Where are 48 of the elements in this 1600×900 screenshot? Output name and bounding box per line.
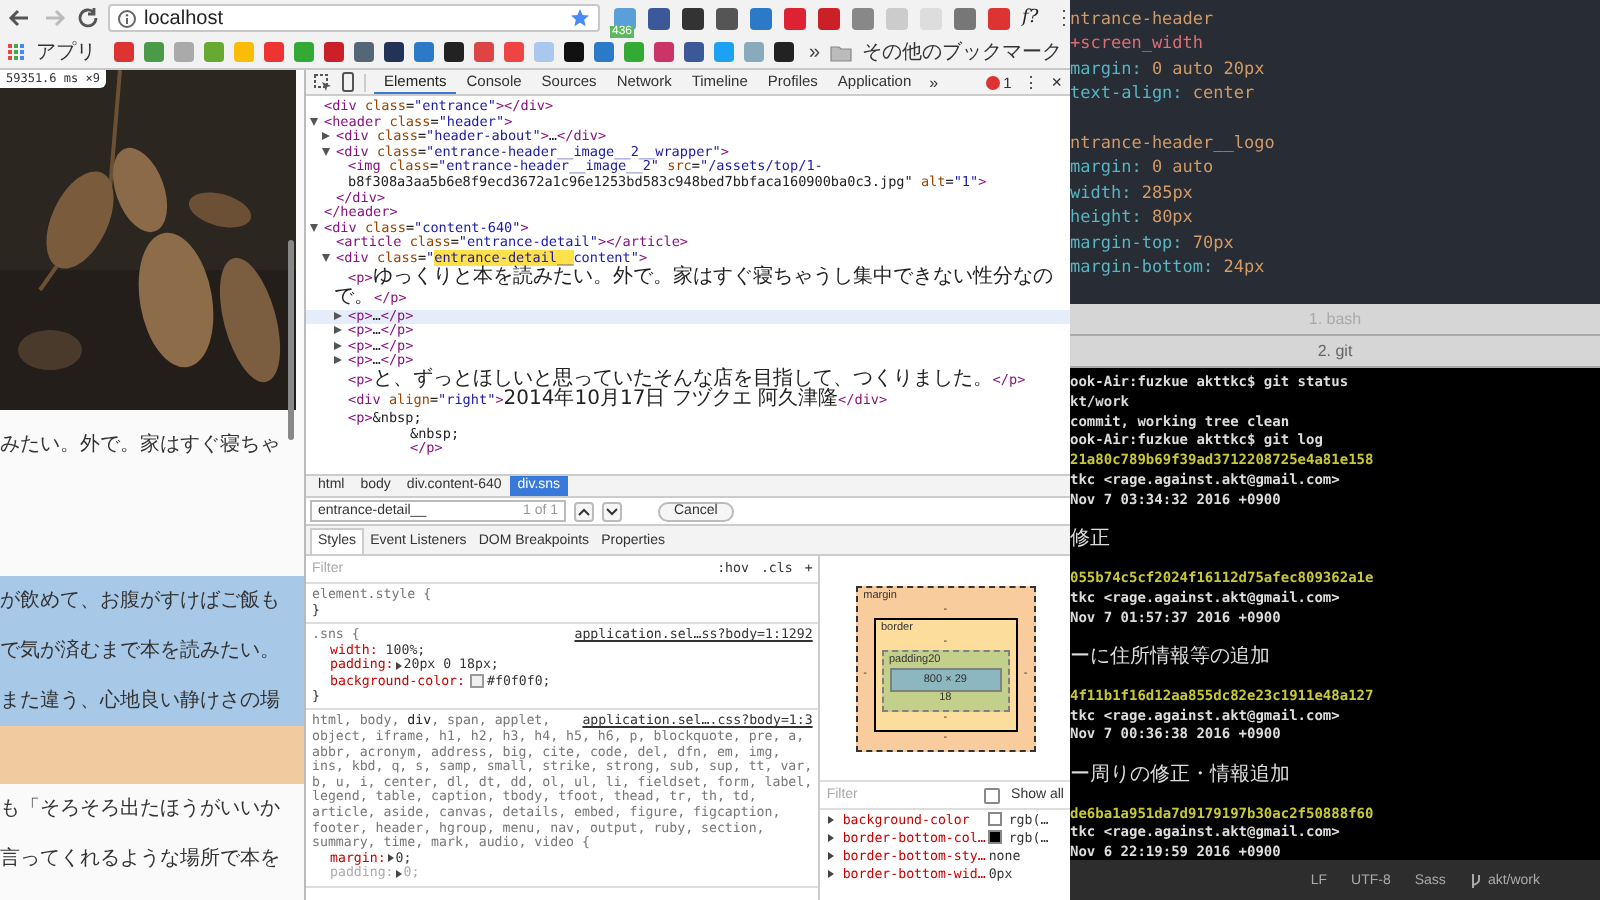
bookmark-folder[interactable]: その他のブックマーク [862,38,1062,66]
extension-icon[interactable] [682,7,704,29]
chevron-down-icon [606,507,618,515]
terminal-line: ー周りの修正・情報追加 [1070,765,1292,786]
address-bar[interactable]: localhost [108,4,600,32]
more-tabs-button[interactable]: » [929,73,939,91]
chevron-up-icon [578,507,590,515]
back-icon[interactable] [6,4,34,32]
more-bookmarks-button[interactable]: » [808,41,820,63]
extension-icon[interactable] [648,7,670,29]
code-line: margin: 0 auto [1070,156,1216,182]
terminal-tab[interactable]: 2. git [1070,336,1600,368]
reload-icon[interactable] [74,4,102,32]
extension-icon[interactable] [716,7,738,29]
body-text: で気が済むまで本を読みたい。 [0,637,282,666]
folder-icon [830,43,852,61]
apps-grid-icon[interactable] [8,43,26,61]
color-swatch[interactable] [469,673,483,688]
terminal-line: ーに住所情報等の追加 [1070,648,1272,668]
device-icon[interactable] [340,72,356,92]
code-line: +screen_width [1070,32,1206,58]
show-all-checkbox[interactable] [983,787,1000,803]
code-line: ntrance-header__logo [1070,131,1277,157]
code-line: text-align: center [1070,82,1257,108]
body-text: が飲めて、お腹がすけばご飯も [0,588,282,616]
next-match-button[interactable] [602,501,622,521]
code-line: width: 285px [1070,181,1195,207]
body-text: 言ってくれるような場所で本を [0,845,282,874]
apps-link[interactable]: アプリ [36,38,96,66]
code-line: height: 80px [1070,206,1195,232]
code-line: margin-bottom: 24px [1070,255,1267,281]
body-text: みたい。外で。家はすぐ寝ちゃ [0,431,282,460]
close-button[interactable]: × [1051,72,1062,92]
scrollbar-thumb[interactable] [288,240,294,440]
code-line: margin: 0 auto 20px [1070,57,1267,83]
extension-icon[interactable] [818,7,840,29]
info-icon [118,9,136,27]
code-line: ntrance-header [1070,8,1216,33]
branch-icon [1469,871,1482,889]
code-line: margin-top: 70px [1070,231,1236,256]
body-text: も「そろそろ出たほうがいいか [0,795,282,824]
star-icon[interactable] [570,8,590,28]
terminal-line: 修正 [1070,530,1112,551]
menu-button[interactable]: ⋮ [1023,73,1040,91]
inspect-icon[interactable] [314,73,332,91]
body-text: また違う、心地良い静けさの場 [0,687,282,716]
extension-button[interactable]: f? [1022,8,1039,28]
previous-match-button[interactable] [574,501,594,521]
